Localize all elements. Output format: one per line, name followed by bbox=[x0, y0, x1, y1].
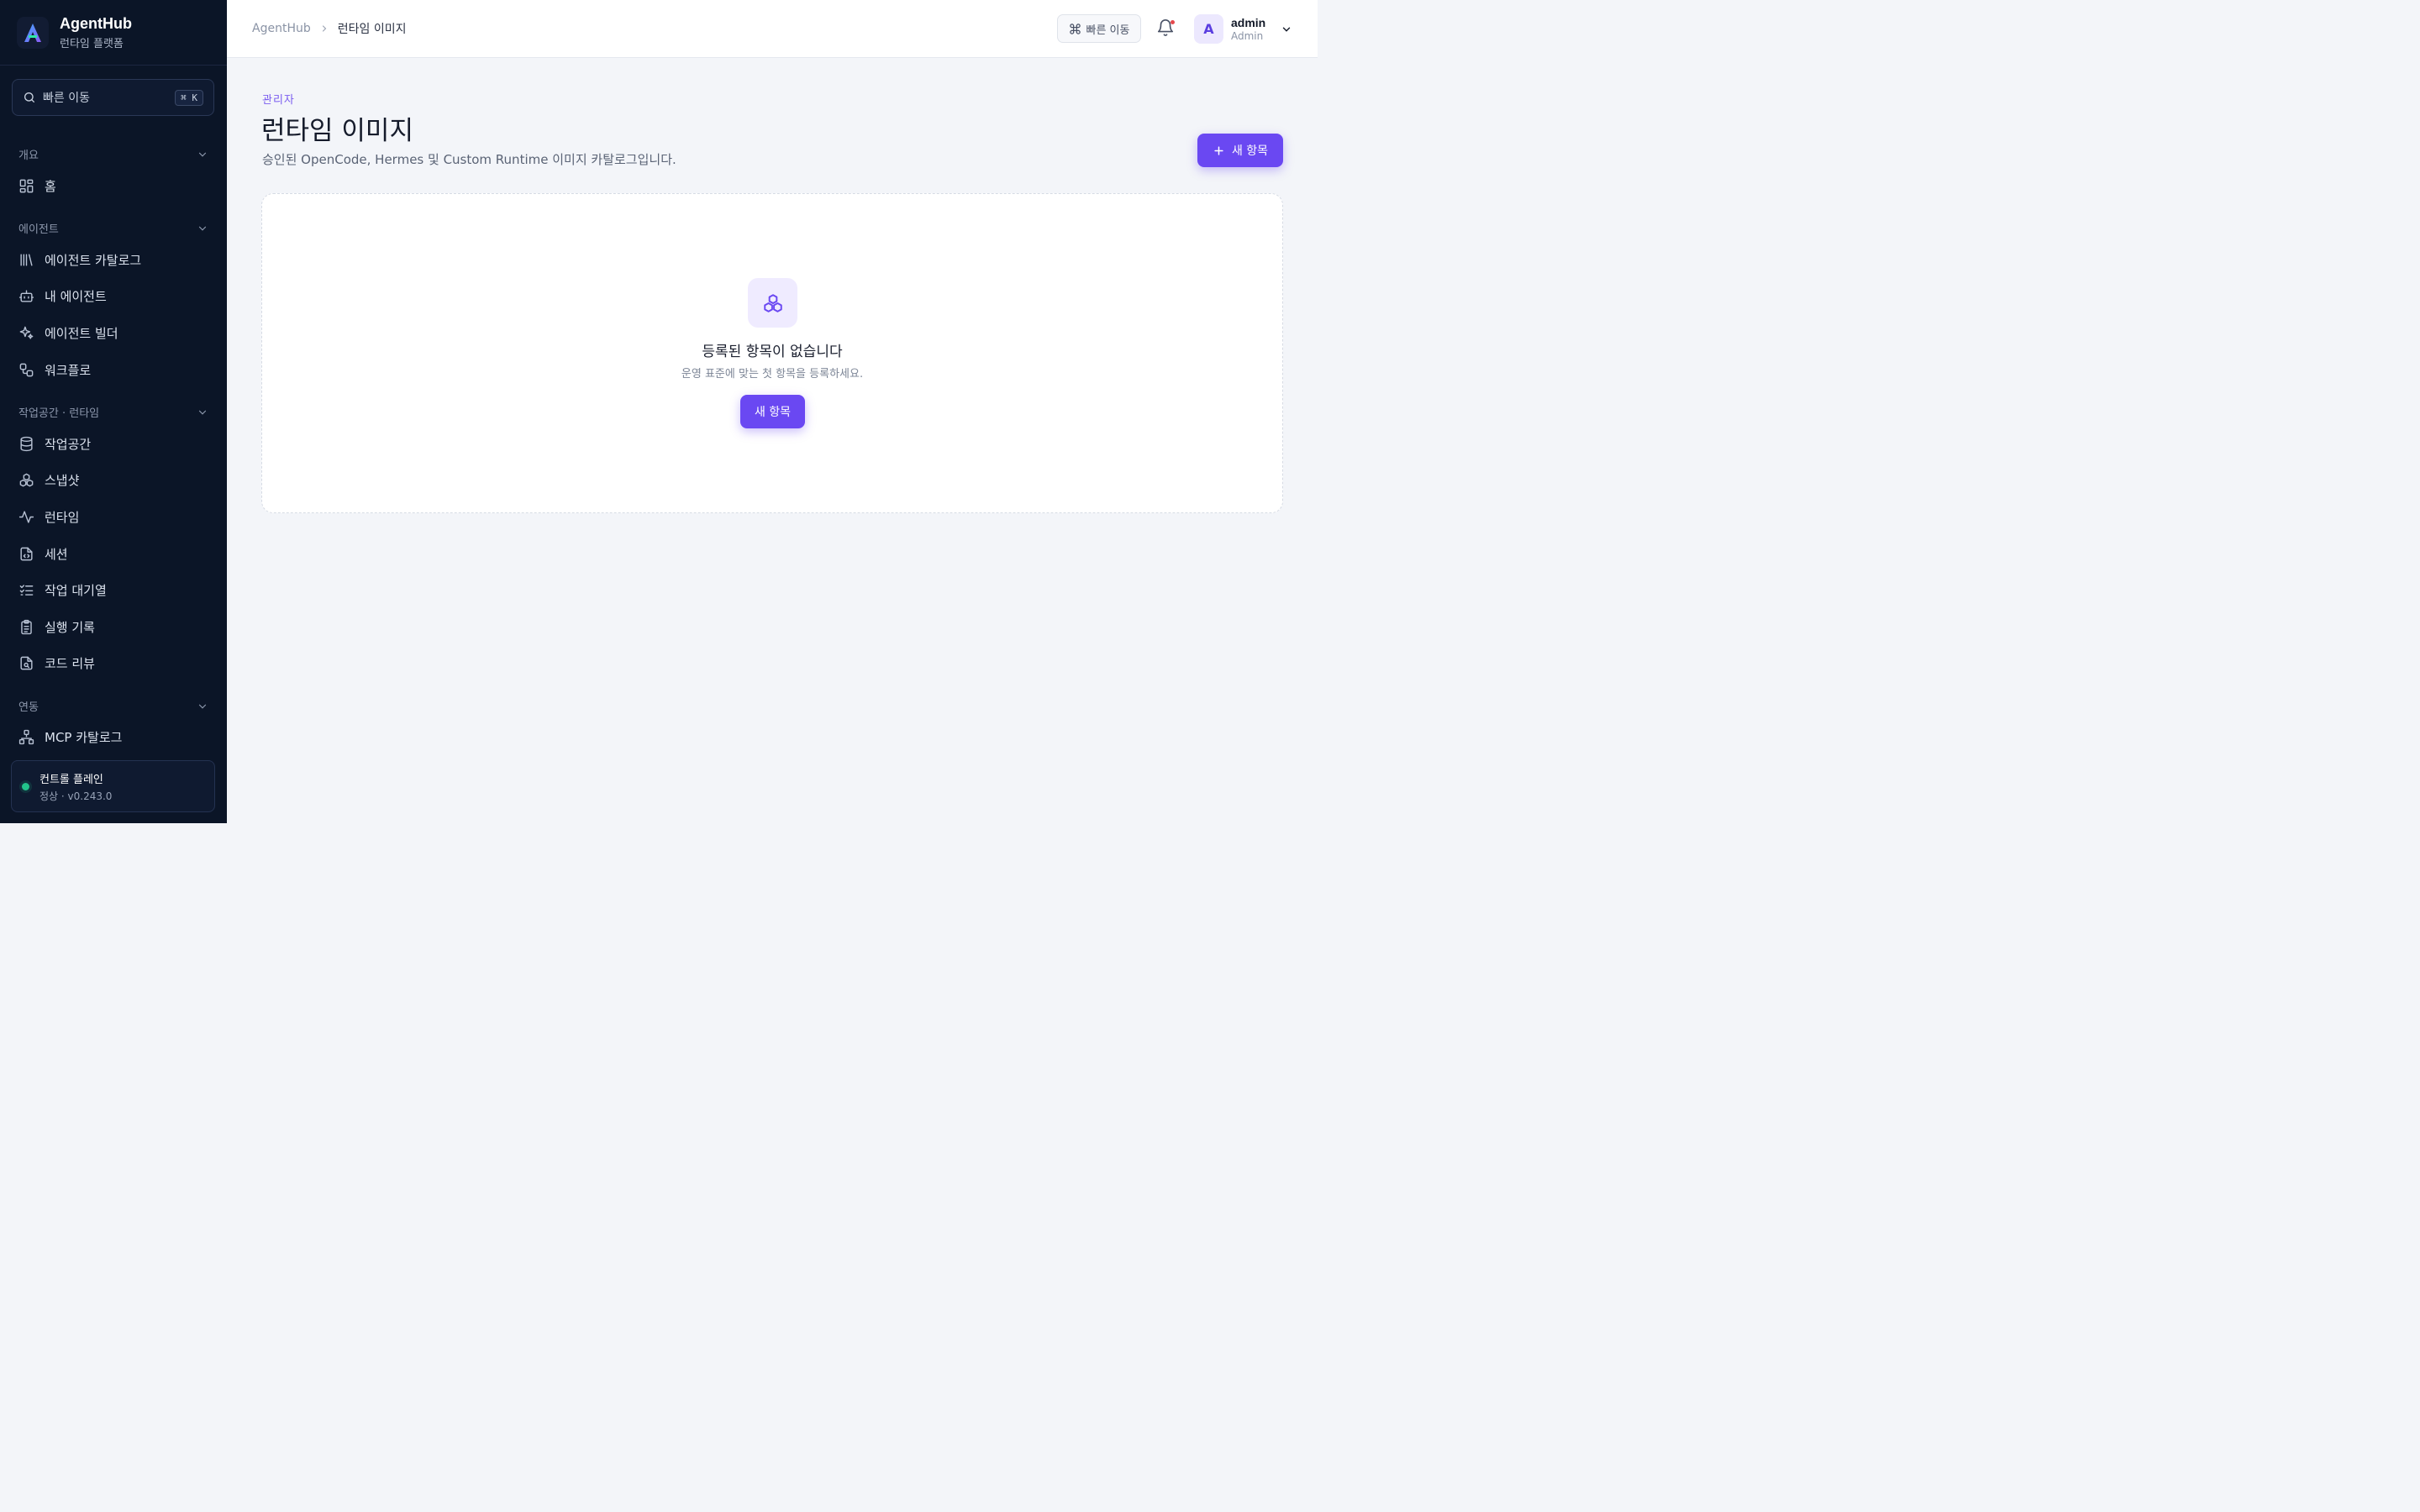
new-item-button[interactable]: 새 항목 bbox=[1197, 134, 1283, 167]
sidebar-item-label: 실행 기록 bbox=[45, 619, 95, 635]
sidebar-item-label: 작업공간 bbox=[45, 436, 92, 452]
quick-jump-label: 빠른 이동 bbox=[1086, 24, 1130, 37]
user-menu[interactable]: A admin Admin bbox=[1194, 14, 1292, 44]
breadcrumb-root-link[interactable]: AgentHub bbox=[252, 22, 311, 35]
empty-state-title: 등록된 항목이 없습니다 bbox=[702, 344, 843, 360]
sidebar-item-snapshot[interactable]: 스냅샷 bbox=[18, 467, 208, 492]
section-title: 작업공간 · 런타임 bbox=[18, 407, 100, 420]
sidebar-item-workflow[interactable]: 워크플로 bbox=[18, 357, 208, 382]
notification-dot bbox=[1171, 20, 1175, 24]
sidebar-item-label: 세션 bbox=[45, 546, 68, 562]
command-icon bbox=[1069, 23, 1081, 34]
sidebar-item-run-history[interactable]: 실행 기록 bbox=[18, 614, 208, 639]
brand-name: AgentHub bbox=[60, 15, 132, 32]
user-name: admin bbox=[1231, 15, 1266, 29]
sidebar-item-workspace[interactable]: 작업공간 bbox=[18, 431, 208, 456]
workflow-icon bbox=[19, 363, 34, 376]
page-title: 런타임 이미지 bbox=[261, 116, 413, 146]
quick-search-label: 빠른 이동 bbox=[43, 92, 90, 105]
database-icon bbox=[20, 436, 33, 451]
sidebar-item-label: 워크플로 bbox=[45, 362, 92, 378]
sidebar-item-task-queue[interactable]: 작업 대기열 bbox=[18, 577, 208, 602]
quick-jump-button[interactable]: 빠른 이동 bbox=[1057, 14, 1141, 43]
section-header-integrations[interactable]: 연동 bbox=[18, 698, 208, 714]
new-item-label: 새 항목 bbox=[1231, 144, 1269, 158]
section-header-workspace-runtime[interactable]: 작업공간 · 런타임 bbox=[18, 404, 208, 420]
chevron-down-icon bbox=[198, 152, 207, 157]
clipboard-icon bbox=[21, 619, 32, 634]
sidebar-item-my-agents[interactable]: 내 에이전트 bbox=[18, 283, 208, 308]
sidebar-item-session[interactable]: 세션 bbox=[18, 541, 208, 566]
brand-subtitle: 런타임 플랫폼 bbox=[60, 38, 124, 50]
page-description: 승인된 OpenCode, Hermes 및 Custom Runtime 이미… bbox=[262, 152, 676, 167]
chevron-down-icon bbox=[198, 410, 207, 415]
topbar: AgentHub 런타임 이미지 빠른 이동 A admin Admin bbox=[227, 0, 1318, 58]
status-version: 정상 · v0.243.0 bbox=[39, 790, 113, 802]
sidebar-item-label: 에이전트 카탈로그 bbox=[45, 252, 142, 268]
activity-icon bbox=[18, 510, 34, 523]
file-search-icon bbox=[20, 656, 33, 669]
search-icon bbox=[24, 92, 34, 102]
sidebar-item-label: 내 에이전트 bbox=[45, 288, 107, 304]
chevron-down-icon bbox=[198, 704, 207, 709]
plus-icon bbox=[1214, 145, 1223, 155]
notifications-button[interactable] bbox=[1156, 18, 1176, 39]
empty-state-subtitle: 운영 표준에 맞는 첫 항목을 등록하세요. bbox=[681, 368, 864, 381]
shortcut-badge: ⌘ K bbox=[175, 89, 203, 106]
chevron-down-icon bbox=[198, 226, 207, 231]
status-title: 컨트롤 플레인 bbox=[39, 773, 103, 786]
section-title: 연동 bbox=[18, 701, 39, 714]
sidebar-item-label: 홈 bbox=[45, 178, 56, 194]
grid-icon bbox=[19, 179, 34, 192]
sidebar-item-agent-builder[interactable]: 에이전트 빌더 bbox=[18, 320, 208, 345]
sidebar-item-label: 에이전트 빌더 bbox=[45, 325, 118, 341]
empty-state-card: 등록된 항목이 없습니다 운영 표준에 맞는 첫 항목을 등록하세요. 새 항목 bbox=[261, 193, 1283, 513]
section-header-overview[interactable]: 개요 bbox=[18, 146, 208, 162]
avatar: A bbox=[1194, 14, 1223, 44]
breadcrumb-current: 런타임 이미지 bbox=[337, 23, 407, 36]
status-indicator-icon bbox=[22, 782, 29, 790]
boxes-icon bbox=[748, 278, 797, 328]
user-role: Admin bbox=[1231, 29, 1264, 42]
sidebar-item-label: MCP 카탈로그 bbox=[45, 729, 123, 745]
brand[interactable]: AgentHub 런타임 플랫폼 bbox=[0, 0, 227, 66]
file-code-icon bbox=[20, 547, 33, 560]
sidebar-item-code-review[interactable]: 코드 리뷰 bbox=[18, 650, 208, 675]
boxes-icon bbox=[19, 473, 34, 486]
empty-state-new-button[interactable]: 새 항목 bbox=[740, 395, 805, 428]
sidebar-item-label: 스냅샷 bbox=[45, 472, 80, 488]
control-plane-status[interactable]: 컨트롤 플레인 정상 · v0.243.0 bbox=[11, 760, 215, 812]
sidebar-item-label: 코드 리뷰 bbox=[45, 655, 95, 671]
chevron-right-icon bbox=[319, 24, 329, 34]
library-icon bbox=[20, 253, 33, 266]
sparkles-icon bbox=[19, 326, 34, 339]
quick-search-button[interactable]: 빠른 이동 ⌘ K bbox=[12, 79, 214, 116]
breadcrumb: AgentHub 런타임 이미지 bbox=[252, 20, 406, 37]
network-icon bbox=[18, 729, 34, 744]
bot-icon bbox=[18, 289, 34, 302]
chevron-down-icon bbox=[1281, 24, 1292, 35]
sidebar-item-label: 런타임 bbox=[45, 509, 80, 525]
page-eyebrow: 관리자 bbox=[262, 94, 295, 107]
section-title: 개요 bbox=[18, 150, 39, 162]
sidebar-item-home[interactable]: 홈 bbox=[18, 173, 208, 198]
sidebar-item-mcp-catalog[interactable]: MCP 카탈로그 bbox=[18, 724, 208, 749]
sidebar-item-label: 작업 대기열 bbox=[45, 582, 107, 598]
section-header-agents[interactable]: 에이전트 bbox=[18, 220, 208, 236]
sidebar-item-agent-catalog[interactable]: 에이전트 카탈로그 bbox=[18, 247, 208, 272]
list-checks-icon bbox=[19, 584, 34, 596]
section-title: 에이전트 bbox=[18, 223, 59, 236]
agenthub-logo-icon bbox=[17, 16, 49, 49]
sidebar: AgentHub 런타임 플랫폼 빠른 이동 ⌘ K 개요 홈 에이전트 에이전… bbox=[0, 0, 227, 823]
sidebar-item-runtime[interactable]: 런타임 bbox=[18, 504, 208, 529]
